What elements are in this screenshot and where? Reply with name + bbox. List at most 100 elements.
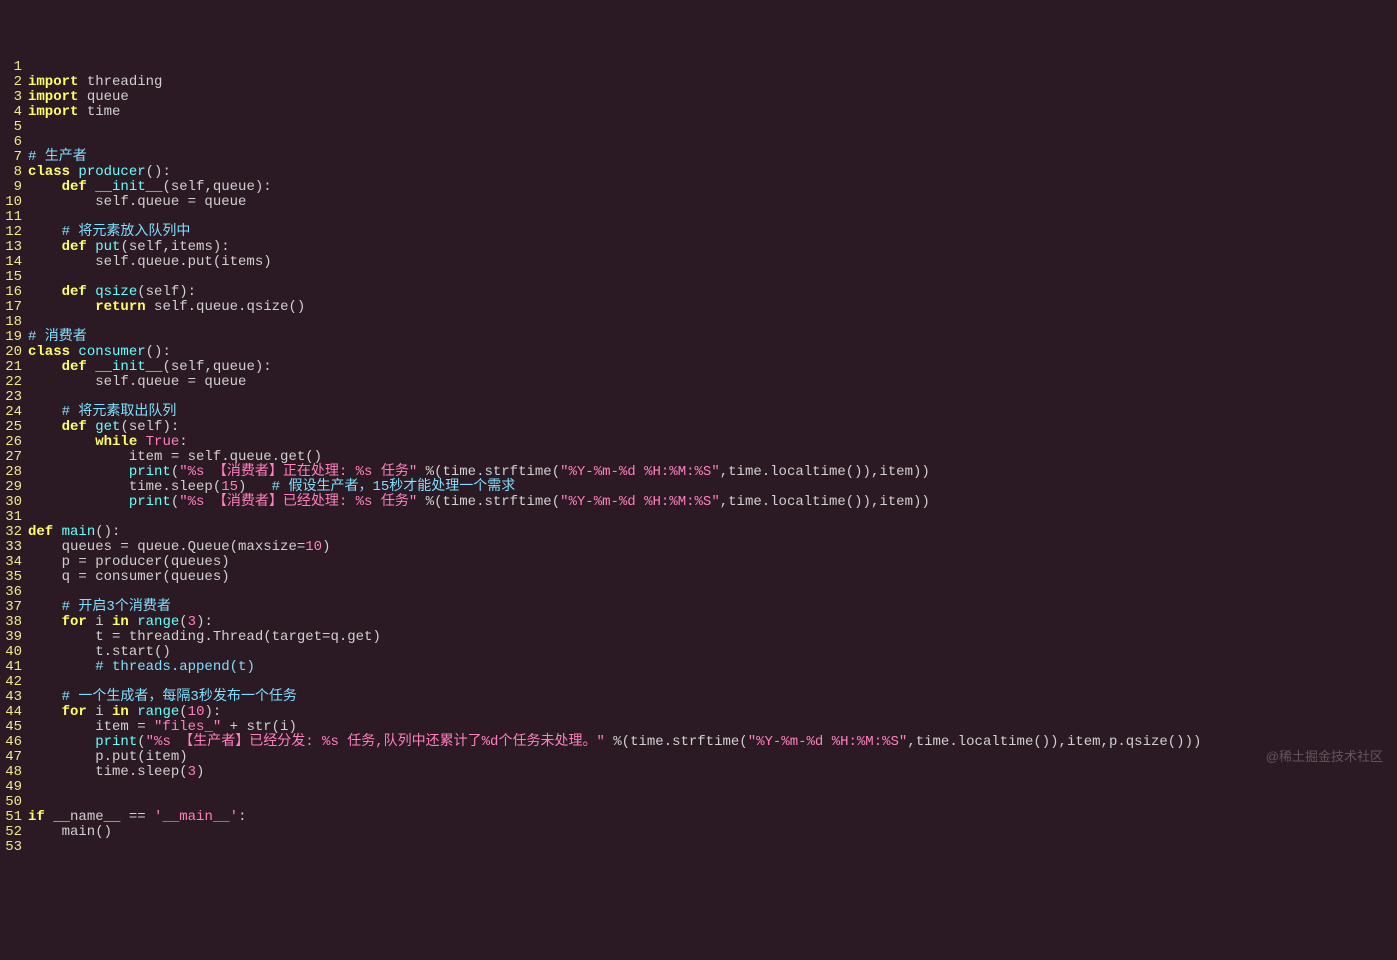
token-id: (self,items): [120, 239, 229, 255]
token-fn: __init__ [95, 179, 162, 195]
code-line[interactable] [28, 840, 1397, 855]
token-id: __name__ == [53, 809, 154, 825]
code-line[interactable]: import time [28, 105, 1397, 120]
code-line[interactable] [28, 315, 1397, 330]
token-kw: in [112, 614, 137, 630]
line-number: 27 [0, 450, 22, 465]
code-line[interactable]: print("%s 【生产者】已经分发: %s 任务,队列中还累计了%d个任务未… [28, 735, 1397, 750]
code-line[interactable]: # 生产者 [28, 150, 1397, 165]
line-number: 10 [0, 195, 22, 210]
token-id [28, 464, 129, 480]
code-line[interactable]: def put(self,items): [28, 240, 1397, 255]
code-line[interactable]: import threading [28, 75, 1397, 90]
code-line[interactable]: t = threading.Thread(target=q.get) [28, 630, 1397, 645]
token-id: self.queue.put(items) [28, 254, 272, 270]
token-kw: def [62, 284, 96, 300]
token-str: "files_" [154, 719, 221, 735]
line-number: 44 [0, 705, 22, 720]
code-line[interactable]: self.queue.put(items) [28, 255, 1397, 270]
token-id: self.queue = queue [28, 374, 246, 390]
line-number: 1 [0, 60, 22, 75]
line-number: 34 [0, 555, 22, 570]
token-kw: def [62, 359, 96, 375]
code-line[interactable]: time.sleep(3) [28, 765, 1397, 780]
token-id: ( [137, 734, 145, 750]
line-number: 51 [0, 810, 22, 825]
code-line[interactable]: p.put(item) [28, 750, 1397, 765]
line-number: 11 [0, 210, 22, 225]
token-cmt: # 开启3个消费者 [62, 599, 171, 615]
code-line[interactable]: queues = queue.Queue(maxsize=10) [28, 540, 1397, 555]
code-line[interactable]: # 将元素放入队列中 [28, 225, 1397, 240]
token-kw: def [28, 524, 62, 540]
token-id: (self,queue): [162, 179, 271, 195]
token-fn: main [62, 524, 96, 540]
line-number: 4 [0, 105, 22, 120]
code-line[interactable]: main() [28, 825, 1397, 840]
token-fn: get [95, 419, 120, 435]
code-line[interactable] [28, 60, 1397, 75]
code-line[interactable]: item = "files_" + str(i) [28, 720, 1397, 735]
line-number: 19 [0, 330, 22, 345]
code-line[interactable]: q = consumer(queues) [28, 570, 1397, 585]
code-line[interactable]: def __init__(self,queue): [28, 360, 1397, 375]
token-id: item = [28, 719, 154, 735]
token-kw: for [62, 704, 96, 720]
code-line[interactable]: # threads.append(t) [28, 660, 1397, 675]
code-line[interactable]: print("%s 【消费者】已经处理: %s 任务" %(time.strft… [28, 495, 1397, 510]
line-number: 31 [0, 510, 22, 525]
line-number: 48 [0, 765, 22, 780]
code-line[interactable] [28, 675, 1397, 690]
code-line[interactable]: item = self.queue.get() [28, 450, 1397, 465]
code-line[interactable]: def main(): [28, 525, 1397, 540]
code-line[interactable]: t.start() [28, 645, 1397, 660]
code-line[interactable] [28, 780, 1397, 795]
token-fn: consumer [78, 344, 145, 360]
code-line[interactable]: # 消费者 [28, 330, 1397, 345]
token-kw: import [28, 89, 78, 105]
code-line[interactable]: # 开启3个消费者 [28, 600, 1397, 615]
code-line[interactable]: print("%s 【消费者】正在处理: %s 任务" %(time.strft… [28, 465, 1397, 480]
code-line[interactable]: p = producer(queues) [28, 555, 1397, 570]
code-line[interactable] [28, 795, 1397, 810]
code-editor[interactable]: 1234567891011121314151617181920212223242… [0, 60, 1397, 855]
code-line[interactable]: for i in range(3): [28, 615, 1397, 630]
line-number: 53 [0, 840, 22, 855]
code-line[interactable]: # 一个生成者，每隔3秒发布一个任务 [28, 690, 1397, 705]
code-line[interactable]: for i in range(10): [28, 705, 1397, 720]
token-id [28, 494, 129, 510]
code-line[interactable] [28, 510, 1397, 525]
code-line[interactable]: time.sleep(15) # 假设生产者，15秒才能处理一个需求 [28, 480, 1397, 495]
line-number: 49 [0, 780, 22, 795]
code-line[interactable]: class consumer(): [28, 345, 1397, 360]
code-line[interactable] [28, 585, 1397, 600]
line-number: 25 [0, 420, 22, 435]
code-line[interactable] [28, 120, 1397, 135]
token-kw: if [28, 809, 53, 825]
code-line[interactable] [28, 210, 1397, 225]
code-line[interactable]: def get(self): [28, 420, 1397, 435]
code-line[interactable] [28, 135, 1397, 150]
code-line[interactable]: class producer(): [28, 165, 1397, 180]
line-number: 14 [0, 255, 22, 270]
code-line[interactable] [28, 390, 1397, 405]
code-line[interactable]: def __init__(self,queue): [28, 180, 1397, 195]
code-line[interactable]: import queue [28, 90, 1397, 105]
code-area[interactable]: import threadingimport queueimport time … [28, 60, 1397, 855]
token-kw: def [62, 179, 96, 195]
token-kw: def [62, 419, 96, 435]
token-id: (): [146, 344, 171, 360]
code-line[interactable]: # 将元素取出队列 [28, 405, 1397, 420]
code-line[interactable]: self.queue = queue [28, 375, 1397, 390]
line-number: 42 [0, 675, 22, 690]
token-id [28, 434, 95, 450]
code-line[interactable]: while True: [28, 435, 1397, 450]
token-kw: import [28, 74, 78, 90]
code-line[interactable]: return self.queue.qsize() [28, 300, 1397, 315]
code-line[interactable]: self.queue = queue [28, 195, 1397, 210]
line-number: 17 [0, 300, 22, 315]
code-line[interactable]: if __name__ == '__main__': [28, 810, 1397, 825]
code-line[interactable] [28, 270, 1397, 285]
line-number: 15 [0, 270, 22, 285]
code-line[interactable]: def qsize(self): [28, 285, 1397, 300]
